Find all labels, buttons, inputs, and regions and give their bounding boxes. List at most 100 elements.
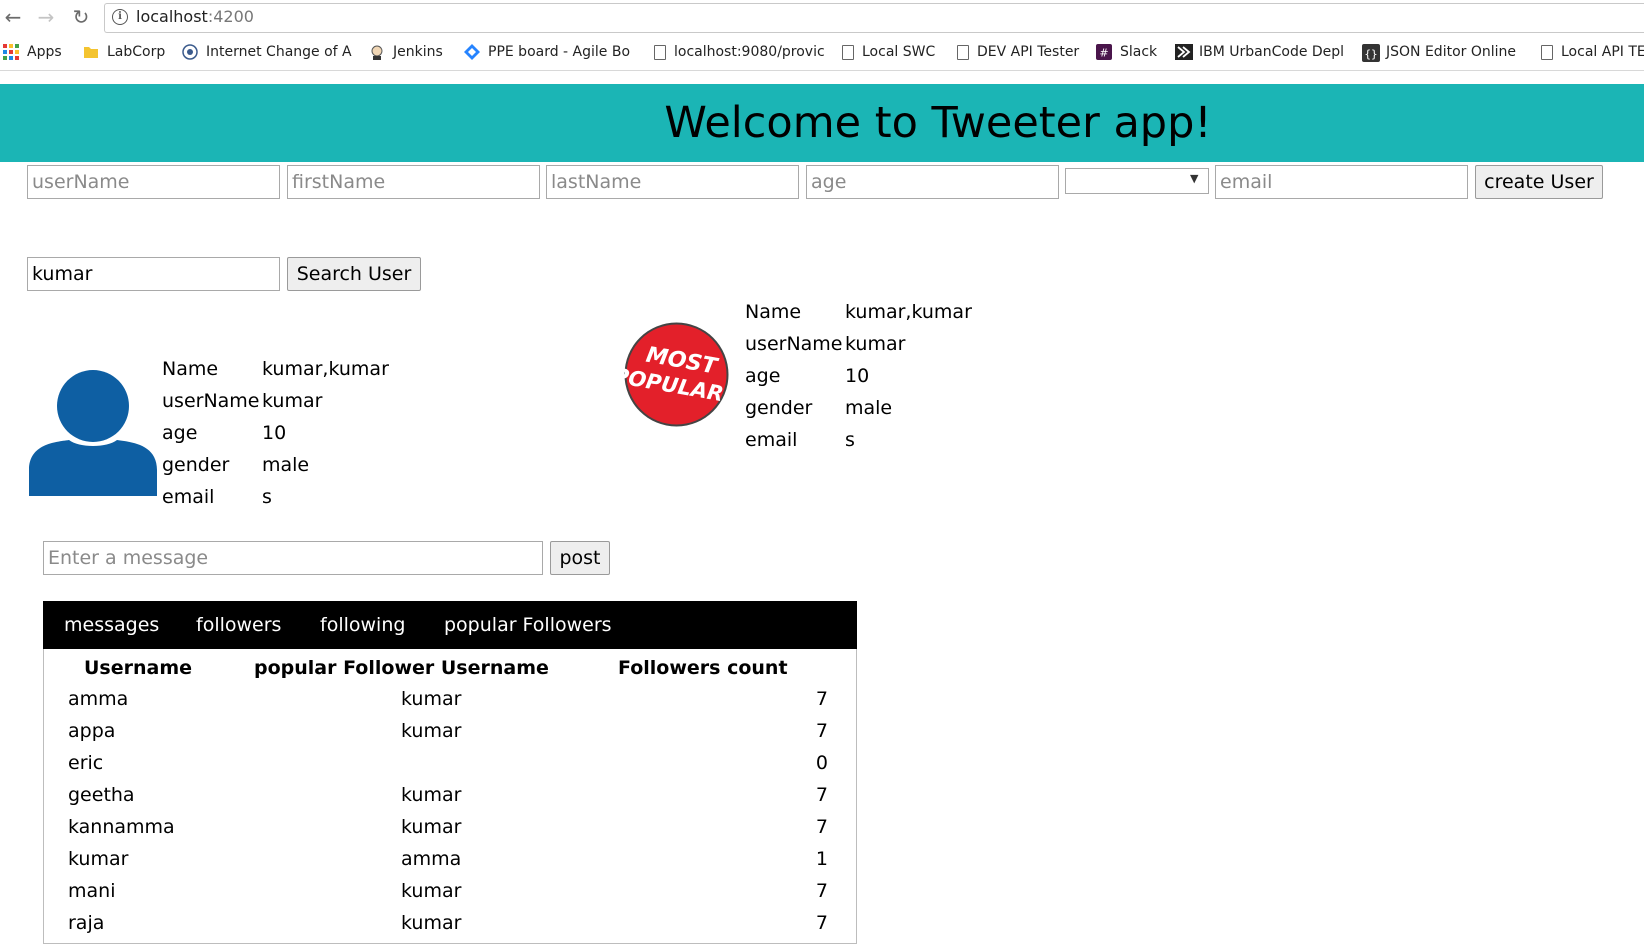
create-user-button[interactable]: create User: [1475, 165, 1603, 199]
reload-icon[interactable]: ↻: [70, 6, 92, 28]
bookmark-json-editor[interactable]: {} JSON Editor Online: [1362, 42, 1516, 62]
bookmark-label: LabCorp: [107, 44, 166, 60]
cell-popular-follower: amma: [401, 848, 462, 870]
cell-popular-follower: kumar: [401, 880, 462, 902]
header-username: Username: [84, 657, 193, 679]
profile-age-value: 10: [262, 422, 287, 444]
diamond-icon: [464, 44, 480, 60]
popular-name-value: kumar,kumar: [845, 301, 972, 323]
back-arrow-icon[interactable]: ←: [2, 6, 24, 28]
tab-followers[interactable]: followers: [196, 601, 281, 649]
bookmark-localhost-9080[interactable]: localhost:9080/provic: [654, 42, 825, 62]
cell-username: amma: [68, 688, 129, 710]
popular-username-value: kumar: [845, 333, 906, 355]
bookmark-labcorp[interactable]: LabCorp: [83, 42, 165, 62]
cell-followers-count: 0: [815, 752, 828, 774]
post-button[interactable]: post: [550, 541, 610, 575]
slack-icon: #: [1096, 44, 1112, 60]
cell-popular-follower: kumar: [401, 816, 462, 838]
profile-info: Name kumar,kumar userName kumar age 10 g…: [162, 353, 462, 513]
urbancode-icon: [1175, 44, 1193, 60]
profile-username-key: userName: [162, 390, 260, 412]
table-row: kumar amma 1: [43, 844, 857, 876]
bookmark-label: JSON Editor Online: [1386, 44, 1516, 60]
lastname-input[interactable]: [546, 165, 799, 199]
profile-name-value: kumar,kumar: [262, 358, 389, 380]
cell-popular-follower: kumar: [401, 784, 462, 806]
bookmark-dev-api-tester[interactable]: DEV API Tester: [957, 42, 1079, 62]
table-row: eric 0: [43, 748, 857, 780]
forward-arrow-icon[interactable]: →: [35, 6, 57, 28]
url-port: :4200: [207, 7, 254, 26]
bookmark-label: DEV API Tester: [977, 44, 1080, 60]
page-icon: [1541, 44, 1553, 60]
svg-text:{}: {}: [1364, 48, 1377, 61]
cell-username: eric: [68, 752, 104, 774]
search-user-input[interactable]: [27, 257, 280, 291]
most-popular-badge-icon: MOST POPULAR!: [611, 321, 735, 428]
cell-followers-count: 7: [815, 912, 828, 934]
age-input[interactable]: [806, 165, 1059, 199]
cell-followers-count: 7: [815, 720, 828, 742]
folder-icon: [83, 44, 99, 60]
json-icon: {}: [1362, 44, 1380, 62]
cell-popular-follower: kumar: [401, 720, 462, 742]
bookmark-label: Local SWC: [862, 44, 936, 60]
bookmark-label: Slack: [1120, 44, 1158, 60]
address-bar[interactable]: [104, 3, 1644, 33]
tab-following[interactable]: following: [320, 601, 405, 649]
dropdown-arrow-icon: ▼: [1190, 172, 1199, 185]
cell-followers-count: 7: [815, 816, 828, 838]
firstname-input[interactable]: [287, 165, 540, 199]
bookmark-label: IBM UrbanCode Depl: [1199, 44, 1345, 60]
url-host: localhost: [136, 7, 208, 26]
bookmark-jenkins[interactable]: Jenkins: [369, 42, 443, 62]
cell-username: appa: [68, 720, 116, 742]
search-user-button[interactable]: Search User: [287, 257, 421, 291]
bookmark-label: Local API TE: [1561, 44, 1644, 60]
globe-icon: [182, 44, 198, 60]
profile-name-key: Name: [162, 358, 219, 380]
email-input[interactable]: [1215, 165, 1468, 199]
bookmark-label: Apps: [27, 44, 62, 60]
tab-messages[interactable]: messages: [64, 601, 159, 649]
table-row: geetha kumar 7: [43, 780, 857, 812]
profile-username-value: kumar: [262, 390, 323, 412]
bookmark-label: PPE board - Agile Bo: [488, 44, 631, 60]
page-icon: [842, 44, 854, 60]
site-info-icon[interactable]: i: [112, 9, 128, 25]
gender-select[interactable]: [1065, 168, 1209, 194]
cell-username: geetha: [68, 784, 135, 806]
bookmark-internet-change[interactable]: Internet Change of A: [182, 42, 352, 62]
bookmark-label: Internet Change of A: [206, 44, 352, 60]
bookmark-urbancode[interactable]: IBM UrbanCode Depl: [1175, 42, 1344, 62]
table-row: mani kumar 7: [43, 876, 857, 908]
svg-text:#: #: [1099, 47, 1108, 60]
page-title: Welcome to Tweeter app!: [664, 98, 1212, 148]
cell-followers-count: 7: [815, 784, 828, 806]
tab-popular-followers[interactable]: popular Followers: [444, 601, 612, 649]
bookmark-label: localhost:9080/provic: [674, 44, 825, 60]
profile-gender-key: gender: [162, 454, 230, 476]
table-row: kannamma kumar 7: [43, 812, 857, 844]
cell-username: kumar: [68, 848, 129, 870]
table-row: raja kumar 7: [43, 908, 857, 940]
url-text[interactable]: localhost:4200: [136, 7, 254, 26]
message-input[interactable]: [43, 541, 543, 575]
cell-popular-follower: kumar: [401, 688, 462, 710]
apps-grid-icon: [3, 44, 19, 60]
cell-username: raja: [68, 912, 105, 934]
page-icon: [957, 44, 969, 60]
username-input[interactable]: [27, 165, 280, 199]
bookmark-local-swc[interactable]: Local SWC: [842, 42, 935, 62]
bookmark-local-api[interactable]: Local API TE: [1541, 42, 1644, 62]
cell-followers-count: 7: [815, 880, 828, 902]
bookmark-slack[interactable]: # Slack: [1096, 42, 1157, 62]
popular-gender-key: gender: [745, 397, 813, 419]
popular-email-value: s: [845, 429, 855, 451]
avatar-icon: [29, 370, 157, 496]
bookmark-apps[interactable]: Apps: [3, 42, 62, 62]
table-row: appa kumar 7: [43, 716, 857, 748]
bookmark-ppe-board[interactable]: PPE board - Agile Bo: [464, 42, 630, 62]
cell-username: kannamma: [68, 816, 175, 838]
